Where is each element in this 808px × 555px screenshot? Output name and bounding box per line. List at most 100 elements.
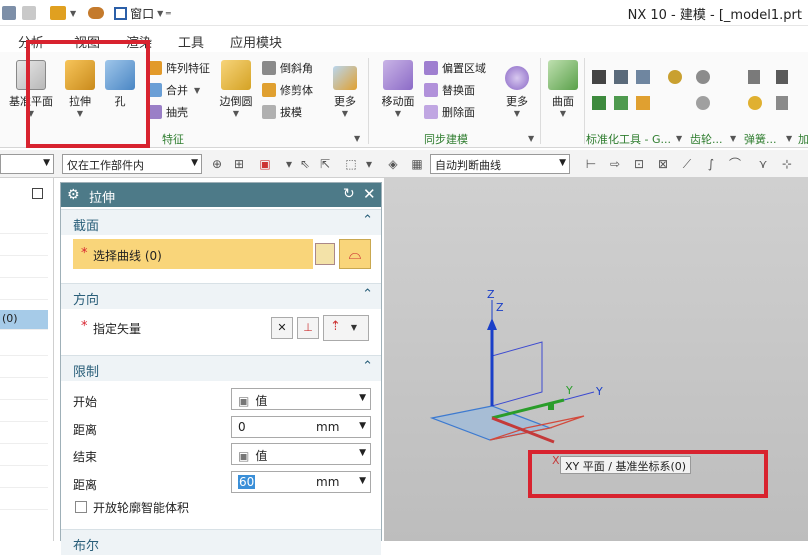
window-menu[interactable]: 窗口 [130,5,154,22]
gear-icon[interactable] [668,70,682,84]
list-item[interactable] [0,422,48,444]
direction-header[interactable]: 方向 ⌃ [61,283,381,309]
replace-face-button[interactable]: 替换面 [424,82,475,98]
end-type-dropdown[interactable]: ▣ 值 ▼ [231,443,371,465]
unite-button[interactable]: 合并 ▼ [148,82,200,98]
snap-curve-icon[interactable]: ∫ [704,157,718,171]
list-item[interactable] [0,400,48,422]
chevron-down-icon[interactable]: ▾ [362,157,376,171]
curve-rule-dropdown[interactable]: 自动判断曲线 ▼ [430,154,570,174]
chevron-down-icon[interactable]: ▼ ═ [157,9,171,18]
end-distance-input[interactable]: 60 mm ▼ [231,471,371,493]
type-filter-dropdown[interactable]: ▼ [0,154,54,174]
stack-icon[interactable] [614,70,628,84]
snap-icon[interactable]: ⋎ [756,157,770,171]
delete-face-button[interactable]: 删除面 [424,104,475,120]
curve-icon[interactable]: ⌓ [339,239,371,269]
select-icon[interactable]: ⊞ [232,157,246,171]
snap-icon[interactable]: ⊡ [632,157,646,171]
chamfer-button[interactable]: 倒斜角 [262,60,313,76]
snap-icon[interactable]: ▣ [258,157,272,171]
maximize-icon[interactable] [32,188,43,199]
menu-tools[interactable]: 工具 [178,32,204,51]
close-icon[interactable]: ✕ [363,185,376,203]
start-type-dropdown[interactable]: ▣ 值 ▼ [231,388,371,410]
list-item[interactable] [0,256,48,278]
list-item[interactable] [0,278,48,300]
spring-icon[interactable] [748,70,760,84]
select-group-icon[interactable]: ⇱ [318,157,332,171]
spring-icon[interactable] [776,70,788,84]
list-item[interactable] [0,378,48,400]
chevron-down-icon[interactable]: ▾ [282,157,296,171]
box-icon[interactable]: ▦ [410,157,424,171]
tool-icon[interactable] [614,96,628,110]
tool-icon[interactable] [592,96,606,110]
chamfer-icon [262,61,276,75]
book-icon[interactable] [50,6,66,20]
snap-arrow-icon[interactable]: ⇨ [608,157,622,171]
list-item[interactable] [0,466,48,488]
surface-button[interactable]: 曲面 ▼ [544,60,582,118]
edge-blend-button[interactable]: 边倒圆 ▼ [216,60,256,118]
feature-more-button[interactable]: 更多 ▼ [328,66,362,118]
tool-icon[interactable] [636,96,650,110]
sync-group-dropdown[interactable]: ▼ [528,134,534,143]
gear-icon[interactable] [696,96,710,110]
draft-icon [262,105,276,119]
snap-icon[interactable]: ⊠ [656,157,670,171]
reverse-direction-icon[interactable]: ✕ [271,317,293,339]
gear-group-dropdown[interactable]: ▼ [730,134,736,143]
filter-icon[interactable]: ⊕ [210,157,224,171]
reset-icon[interactable]: ↻ [343,186,355,202]
list-item[interactable] [0,488,48,510]
select-curve-row[interactable]: * 选择曲线 (0) [73,239,313,269]
spring-group-dropdown[interactable]: ▼ [786,134,792,143]
std-tools-dropdown[interactable]: ▼ [676,134,682,143]
sketch-section-icon[interactable] [315,243,335,265]
open-profile-checkbox[interactable] [75,501,87,513]
menu-applications[interactable]: 应用模块 [230,32,282,51]
feature-group-dropdown[interactable]: ▼ [354,134,360,143]
save-icon[interactable] [2,6,16,20]
list-item-selected[interactable]: (0) [0,310,48,330]
draft-button[interactable]: 拔模 [262,104,302,120]
snap-icon[interactable]: ⊹ [780,157,794,171]
list-item[interactable] [0,234,48,256]
spring-icon[interactable] [776,96,788,110]
brush-icon[interactable] [88,7,105,19]
trim-body-button[interactable]: 修剪体 [262,82,313,98]
snap-endpoint-icon[interactable]: ⊢ [584,157,598,171]
snap-curve-icon[interactable]: ⟋ [680,157,694,171]
copy-icon[interactable] [22,6,36,20]
limits-header[interactable]: 限制 ⌃ [61,355,381,381]
scope-dropdown[interactable]: 仅在工作部件内 ▼ [62,154,202,174]
spring-icon[interactable] [748,96,762,110]
offset-region-button[interactable]: 偏置区域 [424,60,486,76]
shell-button[interactable]: 抽壳 [148,104,188,120]
eraser-icon[interactable]: ◈ [386,157,400,171]
gear-icon[interactable]: ⚙ [67,187,80,203]
chevron-down-icon[interactable]: ▼ [70,9,76,18]
layers-icon[interactable] [636,70,650,84]
snap-icon[interactable]: ⌒ [728,157,742,171]
rect-select-icon[interactable]: ⬚ [344,157,358,171]
list-item[interactable] [0,444,48,466]
yz-plane[interactable] [491,341,543,407]
list-item[interactable] [0,334,48,356]
window-icon[interactable] [114,6,128,20]
vector-dialog-icon[interactable]: ⊥ [297,317,319,339]
section-header[interactable]: 截面 ⌃ [61,209,381,235]
grid-icon[interactable] [592,70,606,84]
list-item[interactable] [0,212,48,234]
boolean-header[interactable]: 布尔 [61,529,381,555]
end-label: 结束 [73,450,98,464]
gear-icon[interactable] [696,70,710,84]
sync-more-button[interactable]: 更多 ▼ [500,66,534,118]
move-face-button[interactable]: 移动面 ▼ [378,60,418,118]
start-distance-input[interactable]: 0 mm ▼ [231,416,371,438]
vector-type-dropdown[interactable]: ⇡ ▼ [323,315,369,341]
pattern-feature-button[interactable]: 阵列特征 [148,60,210,76]
cursor-icon[interactable]: ⇖ [298,157,312,171]
list-item[interactable] [0,356,48,378]
